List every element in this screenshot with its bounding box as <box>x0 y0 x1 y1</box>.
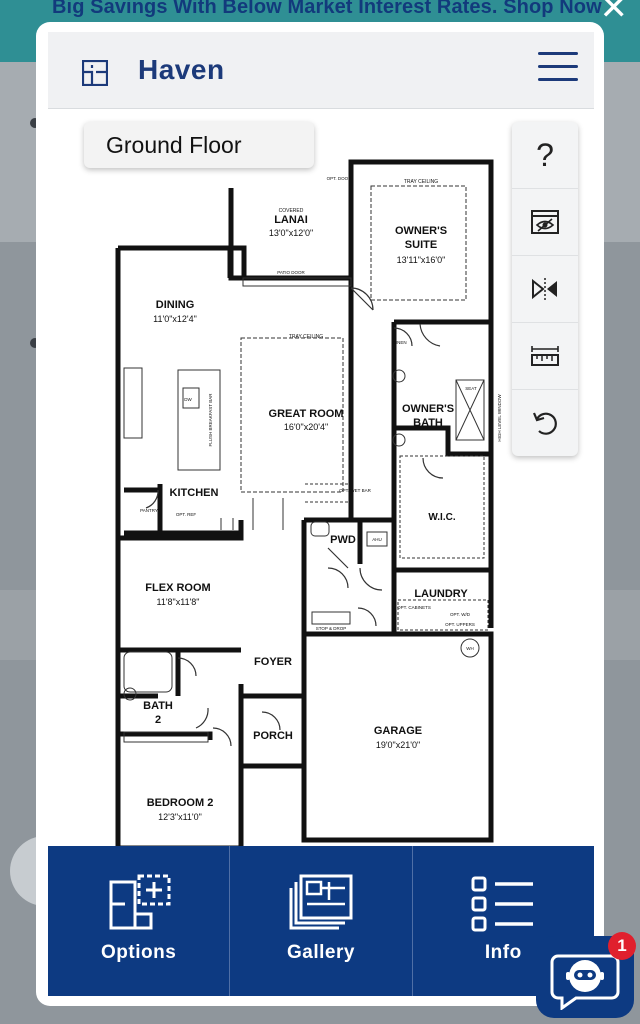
brand-name: Haven <box>138 54 225 85</box>
help-icon: ? <box>536 136 554 173</box>
flex-room-label: FLEX ROOM <box>145 582 210 594</box>
opt-cabinets-label: OPT. CABINETS <box>397 605 431 610</box>
bottom-navigation: Options Gallery Info <box>48 846 594 996</box>
toggle-furniture-button[interactable] <box>512 189 578 256</box>
patio-door-label: PATIO DOOR <box>277 270 305 275</box>
modal-header: Haven <box>48 32 594 109</box>
gallery-label: Gallery <box>287 942 355 963</box>
flex-room-dims: 11'8"x11'8" <box>156 597 199 607</box>
reset-button[interactable] <box>512 390 578 456</box>
floorplan-logo-icon <box>82 60 108 86</box>
suite-label-2: SUITE <box>405 239 437 251</box>
linen-label: LINEN <box>393 340 406 345</box>
opt-wet-bar-label: OPT. WET BAR <box>339 488 371 493</box>
garage-label: GARAGE <box>374 725 422 737</box>
dining-dims: 11'0"x12'4" <box>153 314 197 324</box>
garage-dims: 19'0"x21'0" <box>376 740 420 750</box>
bath2-label-2: 2 <box>155 714 161 726</box>
wic-label: W.I.C. <box>428 512 455 523</box>
opt-ref-label: OPT. REF <box>176 512 197 517</box>
hamburger-menu-icon[interactable] <box>538 52 578 86</box>
owners-bath-label-1: OWNER'S <box>402 403 454 415</box>
options-button[interactable]: Options <box>48 846 231 996</box>
floorplan-modal: Haven COVERED LANAI 13'0"x12'0" TRAY CEI… <box>36 22 604 1006</box>
measure-button[interactable] <box>512 323 578 390</box>
high-window-label: HIGH LEVEL WINDOW <box>497 394 502 442</box>
seat-label: SEAT <box>465 386 477 391</box>
pantry-label: PANTRY <box>140 508 158 513</box>
floorplan-options-icon <box>109 874 171 930</box>
ahu-label: AHU <box>372 537 382 542</box>
mirror-flip-icon <box>532 278 557 300</box>
gallery-icon <box>289 874 353 930</box>
foyer-label: FOYER <box>254 656 292 668</box>
water-heater-label: WH <box>466 646 474 651</box>
kitchen-label: KITCHEN <box>170 487 219 499</box>
stop-drop-label: STOP & DROP <box>316 626 347 631</box>
pwd-label: PWD <box>330 534 356 546</box>
owners-bath-label-2: BATH <box>413 417 443 429</box>
flush-bar-label: FLUSH BREAKFAST BAR <box>208 393 213 447</box>
plan-toolbar: ? <box>512 122 578 456</box>
lanai-label: LANAI <box>274 214 308 226</box>
promo-text[interactable]: Big Savings With Below Market Interest R… <box>52 0 602 19</box>
suite-tray-label: TRAY CEILING <box>404 179 438 185</box>
laundry-label: LAUNDRY <box>414 588 468 600</box>
bedroom2-label: BEDROOM 2 <box>147 797 214 809</box>
options-label: Options <box>101 942 177 963</box>
list-info-icon <box>471 876 534 932</box>
suite-dims: 13'11"x16'0" <box>397 255 446 265</box>
great-tray-label: TRAY CEILING <box>289 334 323 340</box>
mirror-button[interactable] <box>512 256 578 323</box>
notification-badge: 1 <box>608 932 636 960</box>
opt-door-label: OPT. DOOR <box>327 176 353 181</box>
eye-hidden-icon <box>531 210 559 234</box>
dw-label: DW <box>184 397 192 402</box>
great-room-label: GREAT ROOM <box>269 408 344 420</box>
gallery-button[interactable]: Gallery <box>230 846 413 996</box>
undo-icon <box>532 412 557 435</box>
help-button[interactable]: ? <box>512 122 578 189</box>
suite-label-1: OWNER'S <box>395 225 447 237</box>
lanai-dims: 13'0"x12'0" <box>269 228 313 238</box>
dining-label: DINING <box>156 299 195 311</box>
bedroom2-dims: 12'3"x11'0" <box>158 812 202 822</box>
opt-uppers-label: OPT. UPPERS <box>445 622 475 627</box>
floor-selector[interactable]: Ground Floor <box>84 122 314 168</box>
opt-wd-label: OPT. W/D <box>450 612 471 617</box>
measure-icon <box>531 346 559 366</box>
great-room-dims: 16'0"x20'4" <box>284 422 328 432</box>
close-icon[interactable]: ✕ <box>600 0 629 28</box>
porch-label: PORCH <box>253 730 293 742</box>
bath2-label-1: BATH <box>143 700 173 712</box>
robot-chat-icon <box>550 954 620 1010</box>
